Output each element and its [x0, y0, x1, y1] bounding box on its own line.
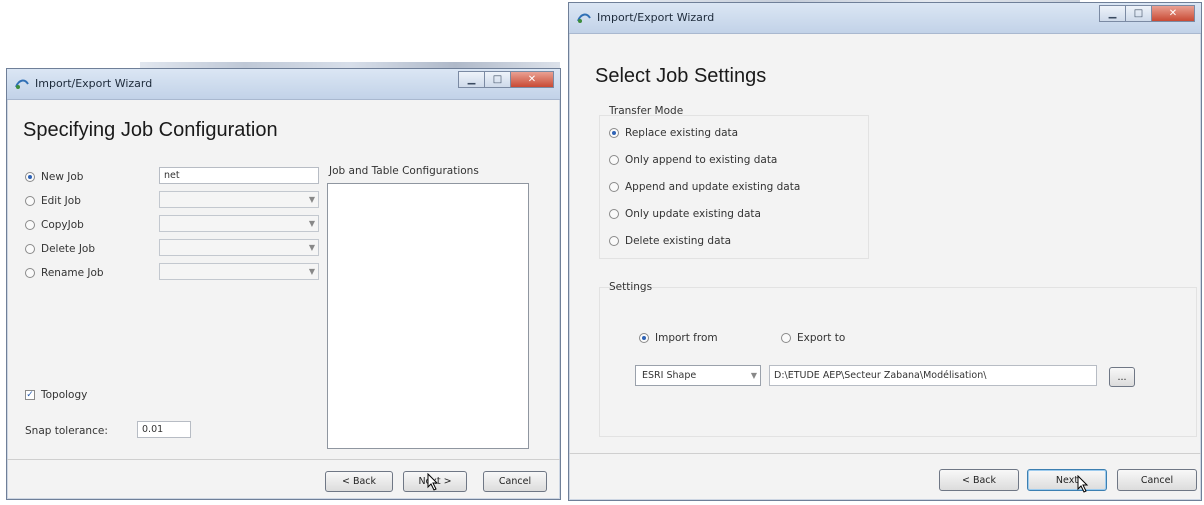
mouse-cursor-icon: [1077, 475, 1089, 493]
settings-group: [599, 287, 1197, 437]
back-button[interactable]: < Back: [325, 471, 393, 492]
chevron-down-icon: ▼: [750, 371, 757, 380]
import-from-radio[interactable]: Import from: [639, 332, 718, 344]
append-and-update-radio[interactable]: Append and update existing data: [609, 181, 800, 193]
new-job-name-input[interactable]: net: [159, 167, 319, 184]
job-table-config-list[interactable]: [327, 183, 529, 449]
radio-indicator: [25, 172, 35, 182]
radio-label: Export to: [797, 332, 846, 344]
page-title: Select Job Settings: [595, 65, 767, 87]
radio-label: Append and update existing data: [625, 181, 801, 193]
chevron-down-icon: ▼: [308, 219, 315, 228]
copy-job-select[interactable]: ▼: [159, 215, 319, 232]
radio-indicator: [25, 268, 35, 278]
replace-existing-data-radio[interactable]: Replace existing data: [609, 127, 738, 139]
page-title: Specifying Job Configuration: [23, 119, 278, 141]
radio-label: Rename Job: [41, 267, 104, 279]
snap-tolerance-input[interactable]: 0.01: [137, 421, 191, 438]
path-input[interactable]: D:\ETUDE AEP\Secteur Zabana\Modélisation…: [769, 365, 1097, 386]
radio-indicator: [639, 333, 649, 343]
next-button[interactable]: Next: [1027, 469, 1107, 491]
radio-label: Only update existing data: [625, 208, 761, 220]
import-export-wizard-window-left: Import/Export Wizard ▁ □ ✕ Specifying Jo…: [6, 68, 561, 500]
footer-divider: [7, 459, 560, 460]
format-select[interactable]: ESRI Shape ▼: [635, 365, 761, 386]
radio-indicator: [609, 209, 619, 219]
topology-checkbox[interactable]: ✓ Topology: [25, 389, 87, 401]
mouse-cursor-icon: [427, 473, 439, 491]
radio-indicator: [609, 155, 619, 165]
only-append-radio[interactable]: Only append to existing data: [609, 154, 777, 166]
delete-existing-data-radio[interactable]: Delete existing data: [609, 235, 731, 247]
title-bar[interactable]: Import/Export Wizard ▁ □ ✕: [569, 3, 1201, 34]
radio-indicator: [25, 220, 35, 230]
browse-button[interactable]: ...: [1109, 367, 1135, 387]
new-job-radio[interactable]: New Job: [25, 171, 83, 183]
rename-job-select[interactable]: ▼: [159, 263, 319, 280]
import-export-wizard-window-right: Import/Export Wizard ▁ □ ✕ Select Job Se…: [568, 2, 1202, 501]
radio-indicator: [609, 128, 619, 138]
chevron-down-icon: ▼: [308, 195, 315, 204]
wizard-app-icon: [577, 13, 591, 23]
radio-label: Delete existing data: [625, 235, 732, 247]
radio-label: Import from: [655, 332, 718, 344]
radio-label: Delete Job: [41, 243, 96, 255]
copy-job-radio[interactable]: CopyJob: [25, 219, 84, 231]
minimize-button[interactable]: ▁: [1099, 5, 1125, 22]
job-table-config-label: Job and Table Configurations: [329, 165, 479, 177]
delete-job-radio[interactable]: Delete Job: [25, 243, 95, 255]
radio-label: CopyJob: [41, 219, 84, 231]
rename-job-radio[interactable]: Rename Job: [25, 267, 104, 279]
radio-label: Edit Job: [41, 195, 81, 207]
radio-indicator: [25, 196, 35, 206]
radio-indicator: [781, 333, 791, 343]
transfer-mode-title: Transfer Mode: [609, 105, 684, 117]
radio-indicator: [25, 244, 35, 254]
back-button[interactable]: < Back: [939, 469, 1019, 491]
checkbox-indicator: ✓: [25, 390, 35, 400]
chevron-down-icon: ▼: [308, 267, 315, 276]
maximize-button[interactable]: □: [1125, 5, 1151, 22]
window-title: Import/Export Wizard: [597, 11, 715, 24]
window-title: Import/Export Wizard: [35, 77, 153, 90]
edit-job-select[interactable]: ▼: [159, 191, 319, 208]
snap-tolerance-label: Snap tolerance:: [25, 425, 108, 437]
close-button[interactable]: ✕: [510, 71, 554, 88]
format-select-value: ESRI Shape: [642, 370, 697, 381]
close-button[interactable]: ✕: [1151, 5, 1195, 22]
wizard-app-icon: [15, 79, 29, 89]
maximize-button[interactable]: □: [484, 71, 510, 88]
delete-job-select[interactable]: ▼: [159, 239, 319, 256]
settings-title: Settings: [609, 281, 653, 293]
radio-indicator: [609, 236, 619, 246]
edit-job-radio[interactable]: Edit Job: [25, 195, 81, 207]
minimize-button[interactable]: ▁: [458, 71, 484, 88]
radio-label: New Job: [41, 171, 84, 183]
radio-label: Only append to existing data: [625, 154, 778, 166]
cancel-button[interactable]: Cancel: [1117, 469, 1197, 491]
chevron-down-icon: ▼: [308, 243, 315, 252]
only-update-radio[interactable]: Only update existing data: [609, 208, 761, 220]
radio-indicator: [609, 182, 619, 192]
checkbox-label: Topology: [41, 389, 88, 401]
title-bar[interactable]: Import/Export Wizard ▁ □ ✕: [7, 69, 560, 100]
export-to-radio[interactable]: Export to: [781, 332, 845, 344]
radio-label: Replace existing data: [625, 127, 739, 139]
footer-divider: [569, 453, 1201, 454]
cancel-button[interactable]: Cancel: [483, 471, 547, 492]
